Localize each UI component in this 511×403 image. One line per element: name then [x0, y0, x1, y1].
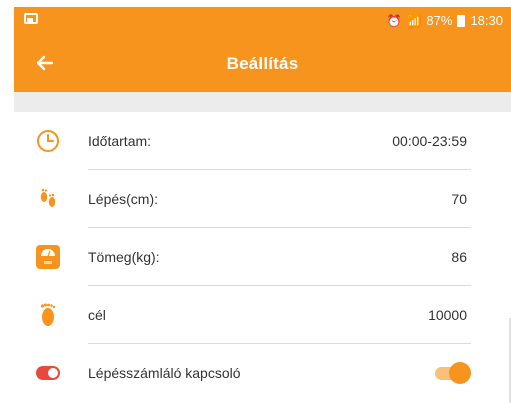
setting-row-goal[interactable]: cél 10000 [14, 286, 511, 344]
setting-value: 70 [451, 191, 467, 207]
setting-label: Időtartam: [88, 133, 152, 149]
settings-screen: ⏰ 📶 87% 18:30 Beállítás Időtartam: 00:00… [0, 0, 511, 403]
toggle-knob [449, 362, 471, 384]
scale-icon [36, 245, 60, 269]
setting-label: Lépés(cm): [88, 191, 159, 207]
gallery-notification-icon [24, 13, 38, 24]
clock-time: 18:30 [470, 13, 503, 28]
settings-list: Időtartam: 00:00-23:59 Lépés(cm): 70 Töm… [14, 112, 511, 402]
pedometer-toggle[interactable] [433, 362, 471, 384]
setting-value: 86 [451, 249, 467, 265]
switch-icon [36, 366, 60, 380]
battery-percent: 87% [426, 13, 453, 28]
app-bar: Beállítás [14, 34, 511, 92]
battery-icon [457, 14, 466, 27]
wifi-icon: 📶 [406, 13, 422, 28]
status-bar: ⏰ 📶 87% 18:30 [14, 7, 511, 34]
setting-row-step-length[interactable]: Lépés(cm): 70 [14, 170, 511, 228]
setting-row-weight[interactable]: Tömeg(kg): 86 [14, 228, 511, 286]
setting-label: Tömeg(kg): [88, 249, 160, 265]
setting-row-duration[interactable]: Időtartam: 00:00-23:59 [14, 112, 511, 170]
status-right: ⏰ 📶 87% 18:30 [387, 13, 503, 28]
page-title: Beállítás [226, 54, 299, 73]
foot-icon [40, 303, 56, 326]
alarm-icon: ⏰ [386, 13, 402, 28]
section-divider [14, 92, 511, 112]
setting-value: 00:00-23:59 [392, 133, 467, 149]
setting-label: Lépésszámláló kapcsoló [88, 365, 241, 381]
clock-icon [37, 130, 59, 152]
footprints-icon [40, 188, 56, 207]
setting-row-pedometer-switch: Lépésszámláló kapcsoló [14, 344, 511, 402]
setting-label: cél [88, 307, 106, 323]
setting-value: 10000 [428, 307, 467, 323]
